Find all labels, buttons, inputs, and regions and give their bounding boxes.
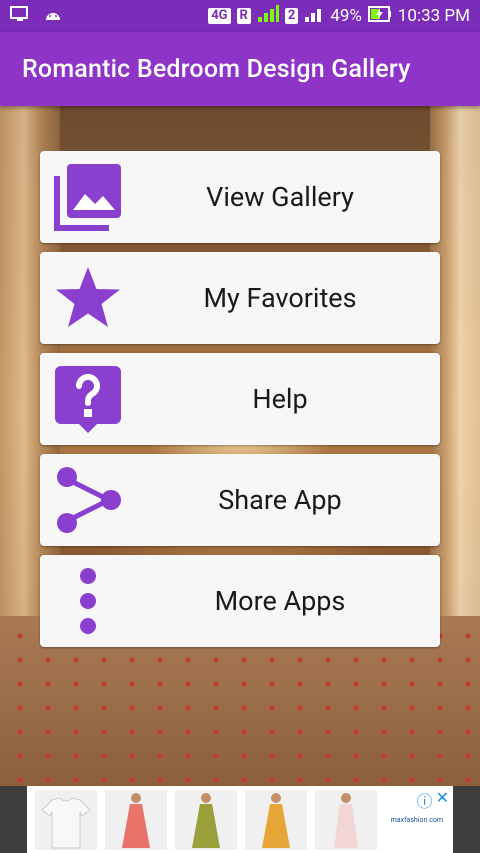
ad-product-dress-1[interactable] bbox=[105, 789, 167, 850]
share-app-button[interactable]: Share App bbox=[40, 454, 440, 546]
status-bar: 4G R 2 49% 10:33 PM bbox=[0, 0, 480, 32]
help-label: Help bbox=[252, 383, 308, 415]
more-apps-button[interactable]: More Apps bbox=[40, 555, 440, 647]
ad-choices[interactable]: ⓘ ✕ bbox=[417, 788, 449, 812]
ad-product-dress-3[interactable] bbox=[245, 789, 307, 850]
network-type-badge: 4G bbox=[208, 8, 231, 24]
help-bubble-icon bbox=[52, 363, 124, 435]
ad-product-dress-4[interactable] bbox=[315, 789, 377, 850]
android-icon bbox=[44, 6, 62, 27]
clock: 10:33 PM bbox=[397, 6, 470, 26]
help-button[interactable]: Help bbox=[40, 353, 440, 445]
app-bar: Romantic Bedroom Design Gallery bbox=[0, 32, 480, 106]
signal-2-icon bbox=[304, 5, 324, 28]
sim2-badge: 2 bbox=[284, 8, 299, 24]
view-gallery-label: View Gallery bbox=[206, 181, 354, 213]
more-vert-icon bbox=[52, 565, 124, 637]
share-app-label: Share App bbox=[218, 484, 342, 516]
signal-icon bbox=[257, 4, 279, 28]
view-gallery-button[interactable]: View Gallery bbox=[40, 151, 440, 243]
ad-info-icon[interactable]: ⓘ bbox=[417, 788, 433, 812]
ad-content[interactable]: maxfashion.com ⓘ ✕ bbox=[27, 786, 453, 853]
battery-percent: 49% bbox=[330, 6, 362, 26]
more-apps-label: More Apps bbox=[214, 585, 346, 617]
main-menu: View Gallery My Favorites Help Share App… bbox=[40, 151, 440, 656]
ad-brand-label: maxfashion.com bbox=[390, 815, 443, 824]
ad-product-dress-2[interactable] bbox=[175, 789, 237, 850]
share-icon bbox=[52, 464, 124, 536]
my-favorites-label: My Favorites bbox=[203, 282, 357, 314]
photo-library-icon bbox=[52, 161, 124, 233]
roaming-badge: R bbox=[236, 8, 251, 24]
ad-banner[interactable]: maxfashion.com ⓘ ✕ bbox=[0, 786, 480, 853]
ad-product-tshirt[interactable] bbox=[35, 789, 97, 850]
ad-close-icon[interactable]: ✕ bbox=[436, 788, 449, 812]
my-favorites-button[interactable]: My Favorites bbox=[40, 252, 440, 344]
star-icon bbox=[52, 262, 124, 334]
cast-icon bbox=[10, 5, 30, 27]
app-title: Romantic Bedroom Design Gallery bbox=[22, 54, 411, 84]
battery-charging-icon bbox=[367, 5, 392, 27]
